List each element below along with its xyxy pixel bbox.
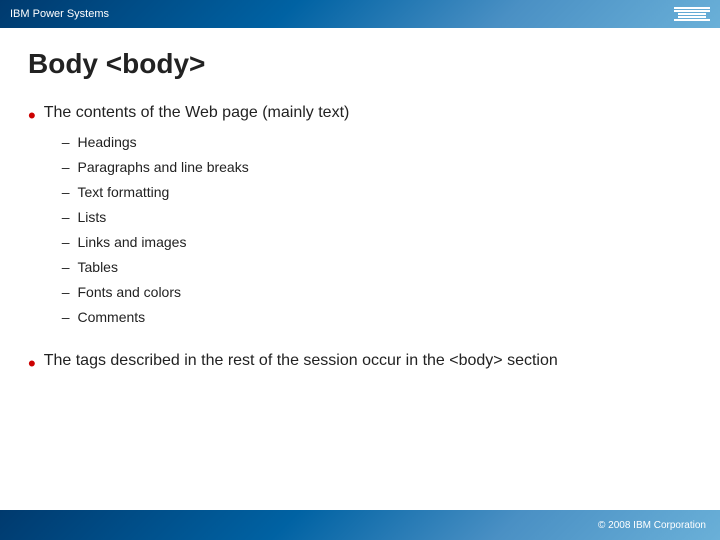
bullet-section-2: • The tags described in the rest of the … (28, 350, 692, 379)
sub-text-links-images: Links and images (78, 232, 187, 253)
top-bar: IBM Power Systems (0, 0, 720, 28)
bullet-item-2: • The tags described in the rest of the … (28, 350, 692, 379)
bottom-bar: © 2008 IBM Corporation (0, 510, 720, 540)
bullet-item-1: • The contents of the Web page (mainly t… (28, 102, 692, 332)
bullet-dot-1: • (28, 102, 36, 131)
sub-item-tables: – Tables (62, 257, 350, 278)
sub-text-text-formatting: Text formatting (78, 182, 170, 203)
bullet-text-2: The tags described in the rest of the se… (44, 350, 558, 372)
sub-item-headings: – Headings (62, 132, 350, 153)
sub-text-comments: Comments (78, 307, 146, 328)
sub-text-fonts-colors: Fonts and colors (78, 282, 182, 303)
copyright-text: © 2008 IBM Corporation (598, 520, 706, 531)
bullet-dot-2: • (28, 350, 36, 379)
page-title: Body <body> (28, 48, 692, 80)
sub-item-paragraphs: – Paragraphs and line breaks (62, 157, 350, 178)
sub-text-lists: Lists (78, 207, 107, 228)
sub-list-1: – Headings – Paragraphs and line breaks … (62, 132, 350, 328)
sub-item-text-formatting: – Text formatting (62, 182, 350, 203)
sub-text-headings: Headings (78, 132, 137, 153)
sub-text-paragraphs: Paragraphs and line breaks (78, 157, 249, 178)
sub-text-tables: Tables (78, 257, 118, 278)
sub-item-lists: – Lists (62, 207, 350, 228)
bullet-text-1: The contents of the Web page (mainly tex… (44, 104, 350, 121)
sub-item-comments: – Comments (62, 307, 350, 328)
main-content: Body <body> • The contents of the Web pa… (0, 28, 720, 510)
sub-item-fonts-colors: – Fonts and colors (62, 282, 350, 303)
sub-item-links-images: – Links and images (62, 232, 350, 253)
ibm-logo-icon (674, 7, 710, 21)
top-bar-title: IBM Power Systems (10, 8, 109, 20)
bullet-section-1: • The contents of the Web page (mainly t… (28, 102, 692, 332)
